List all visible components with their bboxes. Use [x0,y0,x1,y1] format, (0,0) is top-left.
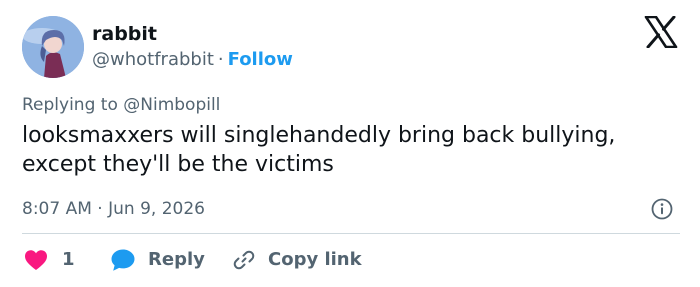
like-button[interactable]: 1 [24,247,75,273]
follow-button[interactable]: Follow [228,49,293,70]
info-icon[interactable] [651,198,673,220]
divider [22,233,680,234]
reply-bubble-icon [111,249,135,271]
avatar-image [22,16,84,78]
tweet-time: 8:07 AM [22,199,92,219]
x-logo-icon[interactable] [644,16,678,48]
tweet-timestamp[interactable]: 8:07 AM · Jun 9, 2026 [22,197,205,221]
avatar[interactable] [22,16,84,78]
copy-link-button[interactable]: Copy link [232,247,362,273]
author-display-name[interactable]: rabbit [92,22,157,46]
tweet-date: Jun 9, 2026 [108,199,205,219]
reply-button[interactable]: Reply [110,247,205,273]
reply-label: Reply [148,249,205,270]
like-count: 1 [62,249,75,270]
handle-separator: · [217,49,224,70]
author-handle-row: @whotfrabbit · Follow [92,48,293,72]
replying-to-label: Replying to [22,95,118,115]
author-handle[interactable]: @whotfrabbit [92,49,214,70]
copy-link-label: Copy link [268,249,362,270]
link-icon [233,250,255,270]
tweet-text: looksmaxxers will singlehandedly bring b… [22,123,616,177]
replying-to-mention[interactable]: @Nimbopill [123,95,220,115]
heart-icon [25,250,47,270]
replying-to: Replying to @Nimbopill [22,93,220,117]
timestamp-separator: · [97,199,103,219]
